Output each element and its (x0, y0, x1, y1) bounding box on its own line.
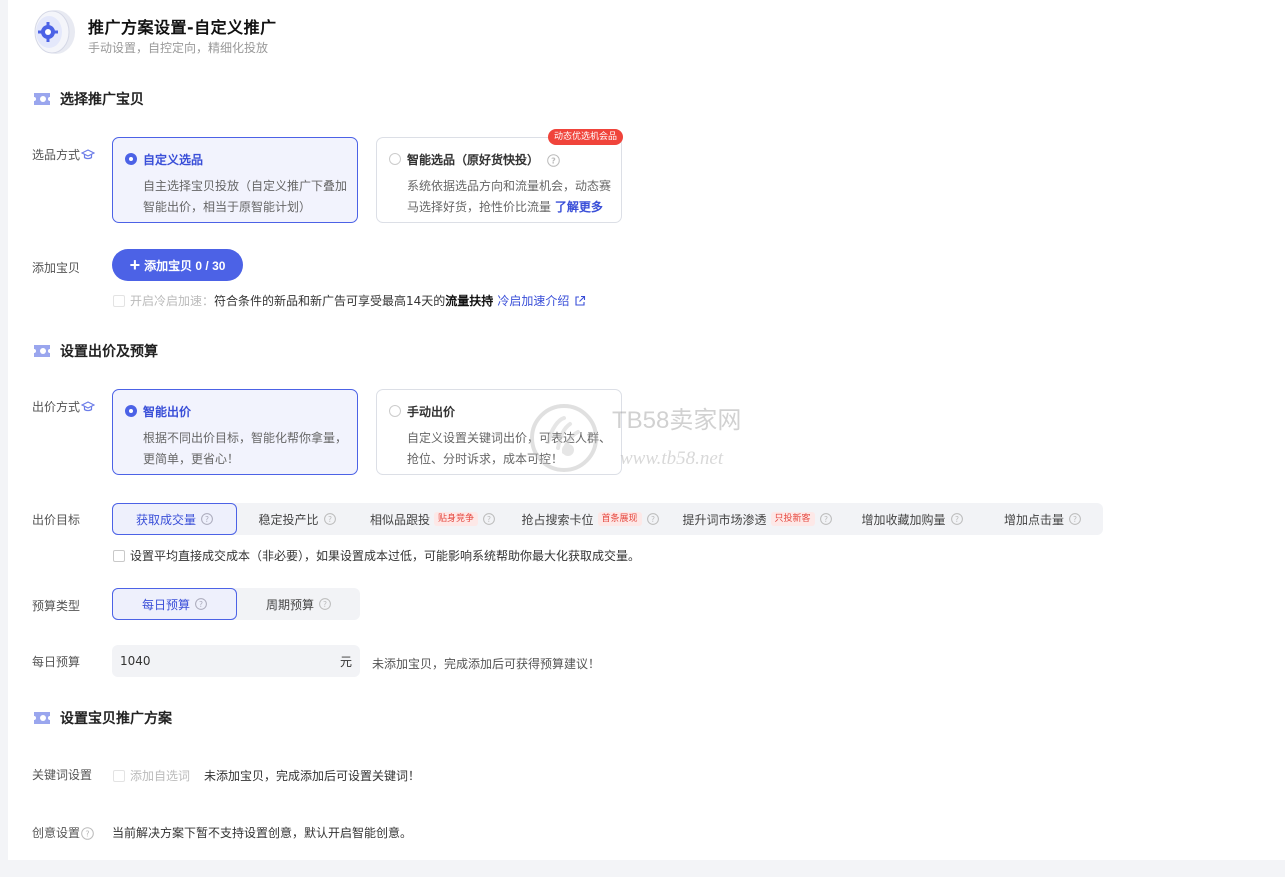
section-title: 选择推广宝贝 (60, 92, 144, 108)
page-subtitle: 手动设置，自控定向，精细化投放 (88, 41, 269, 55)
bid-method-label: 出价方式 (32, 398, 96, 415)
section-title: 设置宝贝推广方案 (60, 711, 172, 727)
section-header-plan: 设置宝贝推广方案 (32, 708, 172, 728)
ticket-icon (34, 345, 50, 357)
plan-logo-icon (34, 10, 75, 54)
svg-text:?: ? (551, 157, 556, 166)
option-smart-select[interactable]: 动态优选机会品 智能选品（原好货快投）? 系统依据选品方向和流量机会，动态赛马选… (376, 129, 624, 223)
opportunity-badge: 动态优选机会品 (548, 129, 624, 145)
daily-budget-value: 1040 (120, 654, 151, 668)
svg-text:?: ? (955, 515, 959, 524)
budget-type-tabs: 每日预算? 周期预算? (112, 588, 360, 620)
radio-button[interactable] (389, 405, 401, 417)
option-title: 自定义选品 (143, 153, 204, 167)
keyword-row: 添加自选词 未添加宝贝，完成添加后可设置关键词！ (113, 767, 420, 784)
graduation-cap-icon (81, 401, 96, 412)
help-icon[interactable]: ? (483, 513, 495, 525)
goal-tab-search-position[interactable]: 抢占搜索卡位 首条展现? (508, 503, 672, 535)
section-title: 设置出价及预算 (60, 344, 158, 360)
budget-tab-daily[interactable]: 每日预算? (112, 588, 237, 620)
select-method-label: 选品方式 (32, 146, 96, 163)
ticket-icon (34, 93, 50, 105)
goal-tag: 只投新客 (770, 512, 815, 526)
daily-budget-label: 每日预算 (32, 655, 81, 669)
help-icon[interactable]: ? (819, 513, 832, 525)
help-icon[interactable]: ? (646, 513, 659, 525)
cold-start-checkbox[interactable] (113, 294, 125, 307)
goal-tab-clicks[interactable]: 增加点击量? (982, 503, 1103, 535)
option-description: 根据不同出价目标，智能化帮你拿量，更简单，更省心！ (143, 431, 348, 466)
help-icon[interactable]: ? (323, 513, 336, 525)
radio-button[interactable] (125, 405, 137, 417)
plus-icon: + (129, 255, 141, 275)
help-icon[interactable]: ? (195, 598, 207, 610)
option-title: 智能出价 (143, 405, 192, 419)
help-icon[interactable]: ? (547, 154, 560, 167)
svg-text:?: ? (328, 515, 332, 524)
section-header-product: 选择推广宝贝 (32, 89, 144, 109)
daily-budget-input[interactable]: 1040 元 (112, 645, 360, 677)
option-custom-select[interactable]: 自定义选品 自主选择宝贝投放（自定义推广下叠加智能出价，相当于原智能计划） (112, 137, 358, 223)
creative-hint: 当前解决方案下暂不支持设置创意，默认开启智能创意。 (112, 826, 413, 840)
ticket-icon (34, 712, 50, 724)
external-link-icon[interactable] (574, 295, 586, 307)
avg-cost-checkbox[interactable] (113, 549, 125, 562)
creative-setting-label: 创意设置? (32, 824, 94, 841)
bid-goal-tabs: 获取成交量? 稳定投产比? 相似品跟投 贴身竞争? 抢占搜索卡位 首条展现? 提升词… (112, 503, 1103, 535)
budget-tab-period[interactable]: 周期预算? (237, 588, 360, 620)
cold-start-intro-link[interactable]: 冷启加速介绍 (497, 292, 569, 309)
goal-tag: 贴身竞争 (434, 512, 479, 526)
add-product-label: 添加宝贝 (32, 261, 81, 275)
svg-text:?: ? (323, 600, 327, 609)
help-icon[interactable]: ? (81, 827, 94, 840)
learn-more-link[interactable]: 了解更多 (555, 200, 603, 214)
page-title: 推广方案设置-自定义推广 (88, 18, 277, 37)
custom-keyword-checkbox[interactable] (113, 769, 125, 782)
cold-start-row: 开启冷启加速： 符合条件的新品和新广告可享受最高14天的 流量扶持 冷启加速介绍 (113, 292, 586, 309)
option-smart-bid[interactable]: 智能出价 根据不同出价目标，智能化帮你拿量，更简单，更省心！ (112, 389, 358, 475)
option-description: 自主选择宝贝投放（自定义推广下叠加智能出价，相当于原智能计划） (143, 179, 348, 214)
keyword-setting-label: 关键词设置 (32, 768, 93, 782)
svg-text:?: ? (199, 600, 203, 609)
budget-hint: 未添加宝贝，完成添加后可获得预算建议！ (372, 657, 601, 671)
goal-tag: 首条展现 (597, 512, 642, 526)
option-title: 智能选品（原好货快投）? (407, 151, 560, 168)
graduation-cap-icon (81, 149, 96, 160)
budget-type-label: 预算类型 (32, 599, 81, 613)
currency-unit: 元 (339, 654, 352, 669)
help-icon[interactable]: ? (319, 598, 331, 610)
help-icon[interactable]: ? (201, 513, 213, 525)
radio-button[interactable] (125, 153, 137, 165)
goal-tab-market-penetration[interactable]: 提升词市场渗透 只投新客? (672, 503, 842, 535)
avg-cost-row: 设置平均直接成交成本（非必要），如果设置成本过低，可能影响系统帮助你最大化获取成… (113, 547, 640, 564)
section-header-bid: 设置出价及预算 (32, 341, 158, 361)
option-title: 手动出价 (407, 405, 456, 419)
svg-text:?: ? (651, 515, 655, 524)
help-icon[interactable]: ? (1069, 513, 1081, 525)
svg-text:?: ? (824, 515, 828, 524)
bid-goal-label: 出价目标 (32, 513, 81, 527)
goal-tab-roi[interactable]: 稳定投产比? (237, 503, 357, 535)
option-description: 自定义设置关键词出价，可表达人群、抢位、分时诉求，成本可控！ (407, 431, 612, 466)
option-description: 系统依据选品方向和流量机会，动态赛马选择好货，抢性价比流量 了解更多 (407, 179, 612, 214)
svg-text:?: ? (1073, 515, 1077, 524)
keyword-hint: 未添加宝贝，完成添加后可设置关键词！ (204, 769, 421, 783)
add-product-button[interactable]: + 添加宝贝 0 / 30 (112, 249, 243, 281)
option-manual-bid[interactable]: 手动出价 自定义设置关键词出价，可表达人群、抢位、分时诉求，成本可控！ (376, 389, 622, 475)
help-icon[interactable]: ? (950, 513, 963, 525)
goal-tab-conversion[interactable]: 获取成交量? (112, 503, 237, 535)
svg-text:?: ? (205, 515, 209, 524)
goal-tab-favorites[interactable]: 增加收藏加购量? (842, 503, 982, 535)
svg-text:?: ? (85, 830, 89, 839)
svg-text:?: ? (487, 515, 491, 524)
goal-tab-similar[interactable]: 相似品跟投 贴身竞争? (357, 503, 508, 535)
radio-button[interactable] (389, 153, 401, 165)
